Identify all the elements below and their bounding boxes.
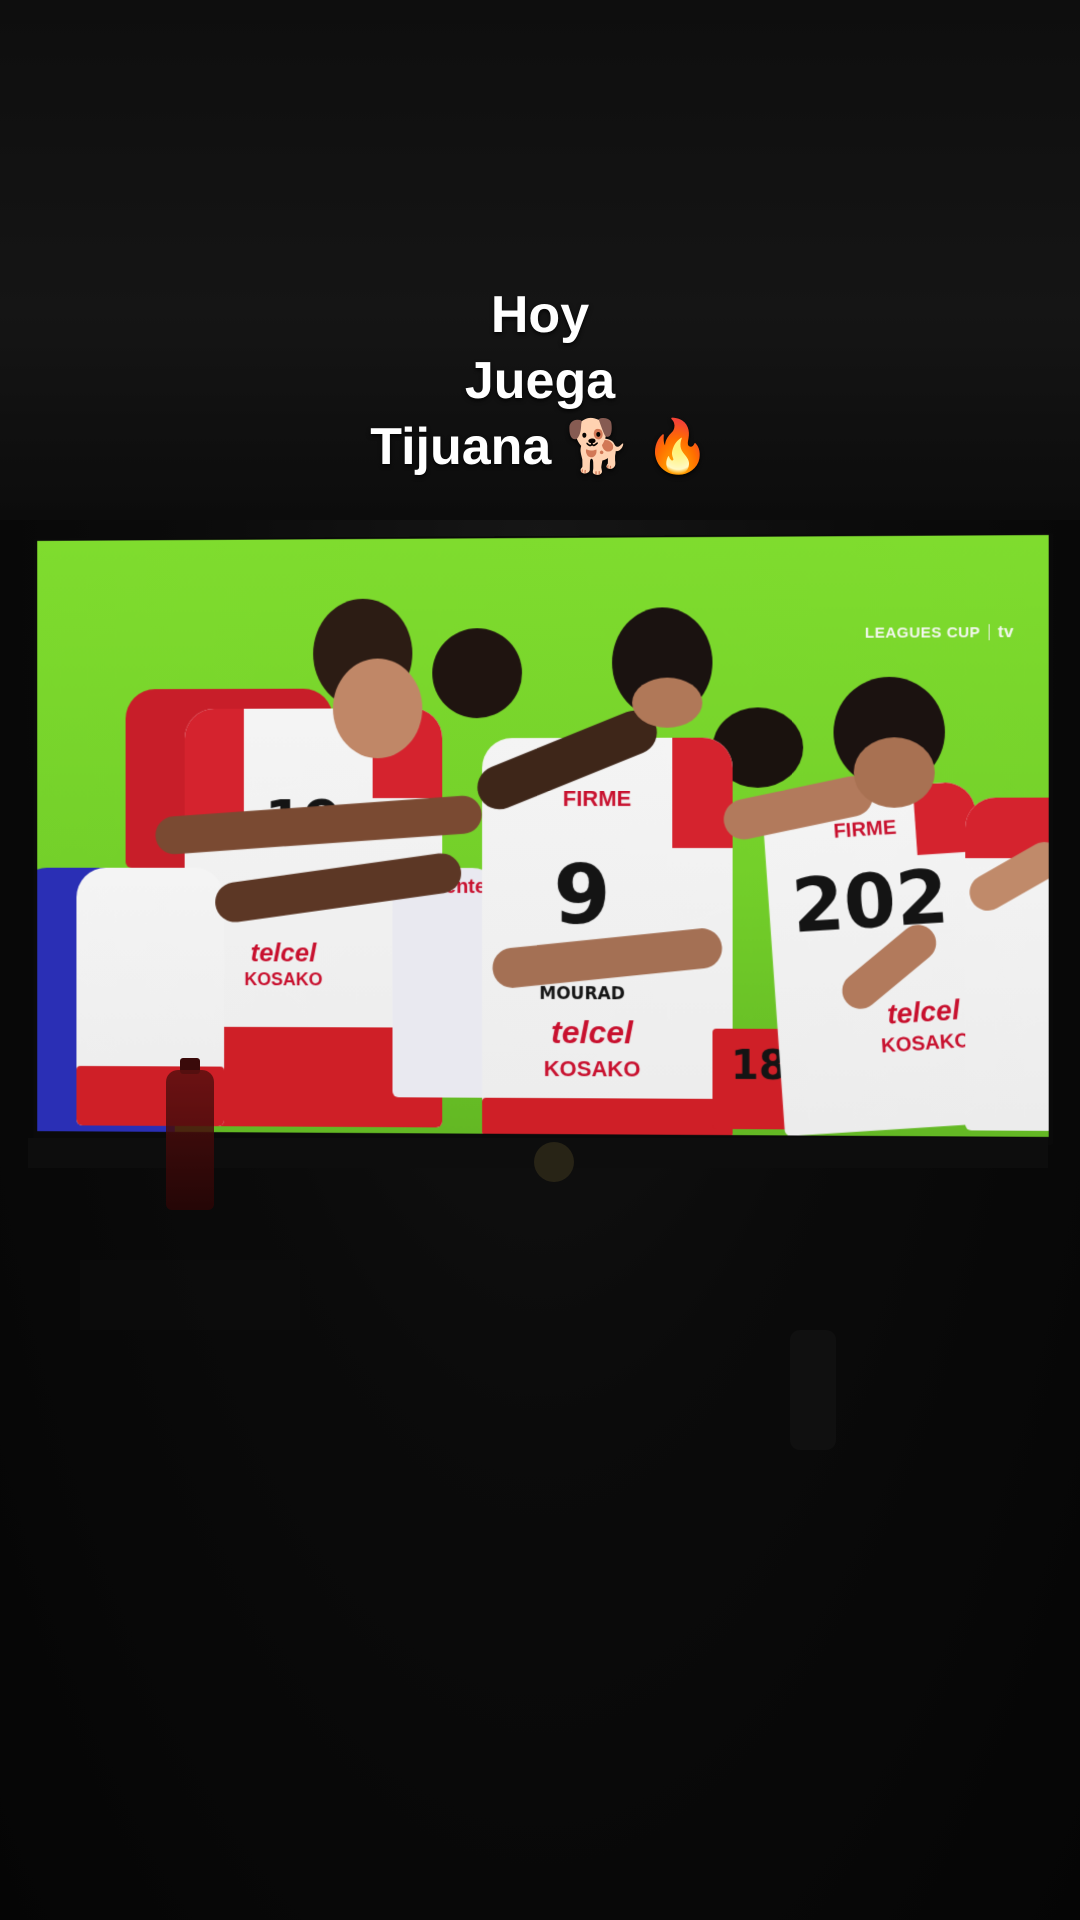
figurine (534, 1142, 574, 1182)
jersey-sponsor: telcel (551, 1014, 634, 1051)
jersey-name: MOURAD (539, 984, 625, 1005)
video-caption: Hoy Juega Tijuana 🐕 🔥 (0, 282, 1080, 480)
player-face (632, 677, 703, 728)
jersey-sponsor: telcel (250, 937, 317, 968)
apple-tv-logo: tv (997, 622, 1015, 642)
caption-line-2: Juega (464, 352, 616, 410)
caption-line-1: Hoy (490, 286, 590, 344)
jersey-sponsor-2: KOSAKO (543, 1056, 641, 1082)
player-head (432, 628, 523, 719)
logo-divider (988, 624, 990, 641)
furniture-shadow (80, 1260, 300, 1330)
video-frame: Hoy Juega Tijuana 🐕 🔥 LEAGUES CUP tv FIR… (0, 0, 1080, 1920)
leagues-cup-logo: LEAGUES CUP (864, 623, 981, 642)
bottle-shadow (790, 1330, 836, 1450)
player-face (332, 658, 423, 759)
jersey-sponsor: telcel (886, 993, 961, 1030)
player-face (853, 737, 935, 808)
broadcast-logo: LEAGUES CUP tv (865, 622, 1014, 643)
tv-screen: LEAGUES CUP tv 19 (37, 535, 1049, 1137)
jersey-sponsor-2: KOSAKO (244, 969, 323, 990)
jersey-number: 9 (553, 848, 611, 944)
bottle (166, 1070, 214, 1210)
television: LEAGUES CUP tv 19 (33, 532, 1053, 1146)
caption-line-3: Tijuana 🐕 🔥 (370, 418, 710, 476)
